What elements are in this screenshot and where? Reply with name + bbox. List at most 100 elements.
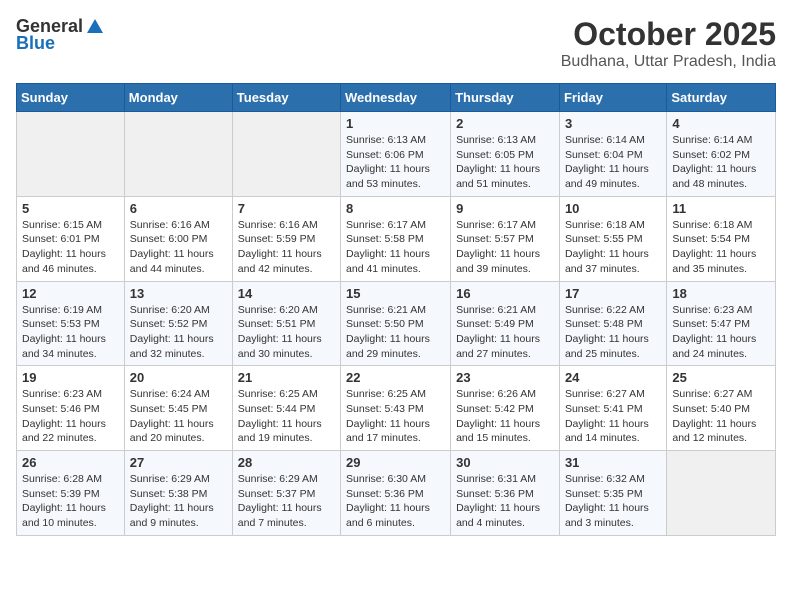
calendar-cell: 5Sunrise: 6:15 AMSunset: 6:01 PMDaylight… [17,196,125,281]
day-info: Sunrise: 6:18 AMSunset: 5:55 PMDaylight:… [565,218,661,277]
day-number: 28 [238,455,335,470]
day-info: Sunrise: 6:14 AMSunset: 6:02 PMDaylight:… [672,133,770,192]
day-info: Sunrise: 6:25 AMSunset: 5:43 PMDaylight:… [346,387,445,446]
calendar-cell: 26Sunrise: 6:28 AMSunset: 5:39 PMDayligh… [17,451,125,536]
day-number: 14 [238,286,335,301]
day-number: 23 [456,370,554,385]
weekday-header-sunday: Sunday [17,84,125,112]
day-number: 29 [346,455,445,470]
day-number: 24 [565,370,661,385]
calendar-cell: 2Sunrise: 6:13 AMSunset: 6:05 PMDaylight… [451,112,560,197]
calendar-cell [667,451,776,536]
day-info: Sunrise: 6:15 AMSunset: 6:01 PMDaylight:… [22,218,119,277]
day-number: 11 [672,201,770,216]
day-info: Sunrise: 6:20 AMSunset: 5:51 PMDaylight:… [238,303,335,362]
calendar-cell: 28 Sunrise: 6:29 AMSunset: 5:37 PMDayligh… [232,451,340,536]
day-number: 30 [456,455,554,470]
calendar-cell: 10 Sunrise: 6:18 AMSunset: 5:55 PMDayligh… [559,196,666,281]
day-number: 20 [130,370,227,385]
day-number: 31 [565,455,661,470]
day-number: 21 [238,370,335,385]
calendar-cell [124,112,232,197]
day-info: Sunrise: 6:17 AMSunset: 5:57 PMDaylight:… [456,218,554,277]
calendar-cell: 7Sunrise: 6:16 AMSunset: 5:59 PMDaylight… [232,196,340,281]
calendar-cell: 29 Sunrise: 6:30 AMSunset: 5:36 PMDayligh… [341,451,451,536]
day-number: 22 [346,370,445,385]
day-number: 16 [456,286,554,301]
calendar-cell [232,112,340,197]
day-number: 19 [22,370,119,385]
day-info: Sunrise: 6:27 AMSunset: 5:41 PMDaylight:… [565,387,661,446]
location-title: Budhana, Uttar Pradesh, India [561,53,776,71]
day-info: Sunrise: 6:27 AMSunset: 5:40 PMDaylight:… [672,387,770,446]
weekday-header-thursday: Thursday [451,84,560,112]
logo-blue: Blue [16,33,55,54]
day-info: Sunrise: 6:21 AMSunset: 5:50 PMDaylight:… [346,303,445,362]
calendar-cell: 18 Sunrise: 6:23 AMSunset: 5:47 PMDayligh… [667,281,776,366]
day-info: Sunrise: 6:19 AMSunset: 5:53 PMDaylight:… [22,303,119,362]
page-header: General Blue October 2025 Budhana, Uttar… [16,16,776,71]
weekday-header-saturday: Saturday [667,84,776,112]
weekday-header-tuesday: Tuesday [232,84,340,112]
calendar-cell: 31 Sunrise: 6:32 AMSunset: 5:35 PMDayligh… [559,451,666,536]
day-info: Sunrise: 6:26 AMSunset: 5:42 PMDaylight:… [456,387,554,446]
day-number: 27 [130,455,227,470]
calendar-cell: 14 Sunrise: 6:20 AMSunset: 5:51 PMDayligh… [232,281,340,366]
day-number: 9 [456,201,554,216]
calendar-table: SundayMondayTuesdayWednesdayThursdayFrid… [16,83,776,536]
calendar-cell: 1 Sunrise: 6:13 AMSunset: 6:06 PMDaylight… [341,112,451,197]
day-number: 7 [238,201,335,216]
calendar-cell: 9 Sunrise: 6:17 AMSunset: 5:57 PMDaylight… [451,196,560,281]
day-info: Sunrise: 6:16 AMSunset: 6:00 PMDaylight:… [130,218,227,277]
day-number: 2 [456,116,554,131]
day-number: 8 [346,201,445,216]
day-info: Sunrise: 6:23 AMSunset: 5:47 PMDaylight:… [672,303,770,362]
day-info: Sunrise: 6:30 AMSunset: 5:36 PMDaylight:… [346,472,445,531]
calendar-week-3: 12Sunrise: 6:19 AMSunset: 5:53 PMDayligh… [17,281,776,366]
day-info: Sunrise: 6:13 AMSunset: 6:06 PMDaylight:… [346,133,445,192]
day-info: Sunrise: 6:18 AMSunset: 5:54 PMDaylight:… [672,218,770,277]
day-number: 13 [130,286,227,301]
day-number: 18 [672,286,770,301]
weekday-header-row: SundayMondayTuesdayWednesdayThursdayFrid… [17,84,776,112]
calendar-cell: 30 Sunrise: 6:31 AMSunset: 5:36 PMDayligh… [451,451,560,536]
calendar-cell: 4 Sunrise: 6:14 AMSunset: 6:02 PMDaylight… [667,112,776,197]
calendar-cell: 27 Sunrise: 6:29 AMSunset: 5:38 PMDayligh… [124,451,232,536]
calendar-cell: 25 Sunrise: 6:27 AMSunset: 5:40 PMDayligh… [667,366,776,451]
day-info: Sunrise: 6:31 AMSunset: 5:36 PMDaylight:… [456,472,554,531]
day-info: Sunrise: 6:23 AMSunset: 5:46 PMDaylight:… [22,387,119,446]
weekday-header-monday: Monday [124,84,232,112]
day-number: 15 [346,286,445,301]
calendar-cell: 16 Sunrise: 6:21 AMSunset: 5:49 PMDayligh… [451,281,560,366]
calendar-cell [17,112,125,197]
day-info: Sunrise: 6:32 AMSunset: 5:35 PMDaylight:… [565,472,661,531]
day-number: 26 [22,455,119,470]
month-title: October 2025 [561,16,776,53]
day-number: 10 [565,201,661,216]
day-info: Sunrise: 6:25 AMSunset: 5:44 PMDaylight:… [238,387,335,446]
day-number: 17 [565,286,661,301]
weekday-header-friday: Friday [559,84,666,112]
calendar-cell: 21 Sunrise: 6:25 AMSunset: 5:44 PMDayligh… [232,366,340,451]
calendar-cell: 6 Sunrise: 6:16 AMSunset: 6:00 PMDaylight… [124,196,232,281]
day-number: 3 [565,116,661,131]
calendar-week-1: 1 Sunrise: 6:13 AMSunset: 6:06 PMDaylight… [17,112,776,197]
day-info: Sunrise: 6:22 AMSunset: 5:48 PMDaylight:… [565,303,661,362]
day-info: Sunrise: 6:20 AMSunset: 5:52 PMDaylight:… [130,303,227,362]
day-info: Sunrise: 6:29 AMSunset: 5:38 PMDaylight:… [130,472,227,531]
day-info: Sunrise: 6:21 AMSunset: 5:49 PMDaylight:… [456,303,554,362]
calendar-cell: 11 Sunrise: 6:18 AMSunset: 5:54 PMDayligh… [667,196,776,281]
day-info: Sunrise: 6:14 AMSunset: 6:04 PMDaylight:… [565,133,661,192]
calendar-week-2: 5Sunrise: 6:15 AMSunset: 6:01 PMDaylight… [17,196,776,281]
logo: General Blue [16,16,105,54]
day-number: 25 [672,370,770,385]
calendar-cell: 24 Sunrise: 6:27 AMSunset: 5:41 PMDayligh… [559,366,666,451]
day-number: 6 [130,201,227,216]
calendar-cell: 12Sunrise: 6:19 AMSunset: 5:53 PMDayligh… [17,281,125,366]
day-number: 4 [672,116,770,131]
day-number: 1 [346,116,445,131]
calendar-cell: 8 Sunrise: 6:17 AMSunset: 5:58 PMDaylight… [341,196,451,281]
weekday-header-wednesday: Wednesday [341,84,451,112]
day-info: Sunrise: 6:29 AMSunset: 5:37 PMDaylight:… [238,472,335,531]
day-info: Sunrise: 6:17 AMSunset: 5:58 PMDaylight:… [346,218,445,277]
